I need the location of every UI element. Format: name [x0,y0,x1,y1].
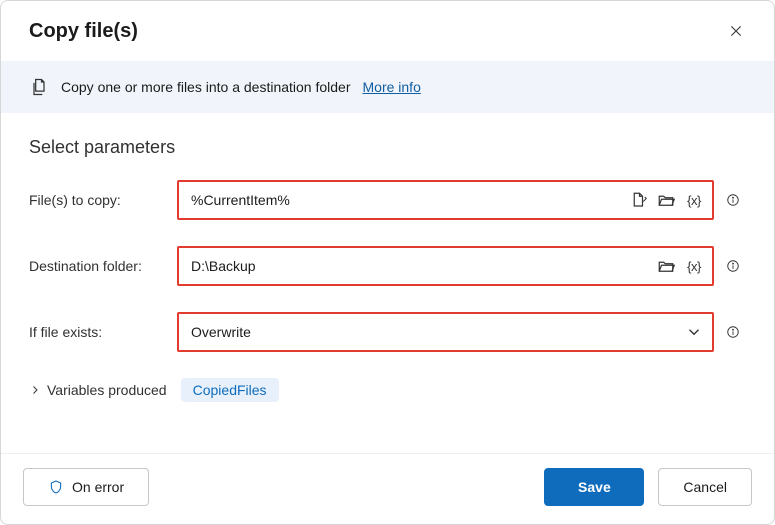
param-row-dest: Destination folder: {x} [29,246,746,286]
shield-icon [48,479,64,495]
info-button-files[interactable] [720,187,746,213]
save-button[interactable]: Save [544,468,644,506]
info-button-dest[interactable] [720,253,746,279]
close-icon [728,23,744,39]
on-error-button[interactable]: On error [23,468,149,506]
info-text: Copy one or more files into a destinatio… [61,79,351,95]
files-field-icons: {x} [628,190,704,210]
param-label-files: File(s) to copy: [29,192,171,208]
param-label-exists: If file exists: [29,324,171,340]
cancel-button[interactable]: Cancel [658,468,752,506]
dialog-body: Select parameters File(s) to copy: [1,113,774,453]
variables-label: Variables produced [47,382,167,398]
copy-files-icon [29,77,49,97]
info-bar: Copy one or more files into a destinatio… [1,61,774,113]
browse-folder-icon[interactable] [656,190,676,210]
dialog-title: Copy file(s) [29,20,138,43]
browse-folder-icon[interactable] [656,256,676,276]
dialog-header: Copy file(s) [1,1,774,61]
variable-picker-icon[interactable]: {x} [684,190,704,210]
variables-row: Variables produced CopiedFiles [29,378,746,402]
files-input[interactable] [189,191,628,209]
chevron-down-icon[interactable] [684,322,704,342]
info-icon [726,257,740,275]
exists-field-icons [684,322,704,342]
info-icon [726,191,740,209]
param-label-dest: Destination folder: [29,258,171,274]
dest-field-icons: {x} [656,256,704,276]
more-info-link[interactable]: More info [363,79,421,95]
files-field: {x} [177,180,714,220]
chevron-right-icon [29,384,41,396]
dialog-footer: On error Save Cancel [1,453,774,524]
on-error-label: On error [72,479,124,495]
exists-field[interactable] [177,312,714,352]
copy-files-dialog: Copy file(s) Copy one or more files into… [0,0,775,525]
variables-toggle[interactable]: Variables produced [29,382,167,398]
dest-field: {x} [177,246,714,286]
exists-select[interactable] [189,323,684,341]
info-icon [726,323,740,341]
info-button-exists[interactable] [720,319,746,345]
param-row-files: File(s) to copy: [29,180,746,220]
close-button[interactable] [720,15,752,47]
param-row-exists: If file exists: [29,312,746,352]
pick-file-icon[interactable] [628,190,648,210]
variable-chip[interactable]: CopiedFiles [181,378,279,402]
dest-input[interactable] [189,257,656,275]
section-title: Select parameters [29,137,746,158]
variable-picker-icon[interactable]: {x} [684,256,704,276]
